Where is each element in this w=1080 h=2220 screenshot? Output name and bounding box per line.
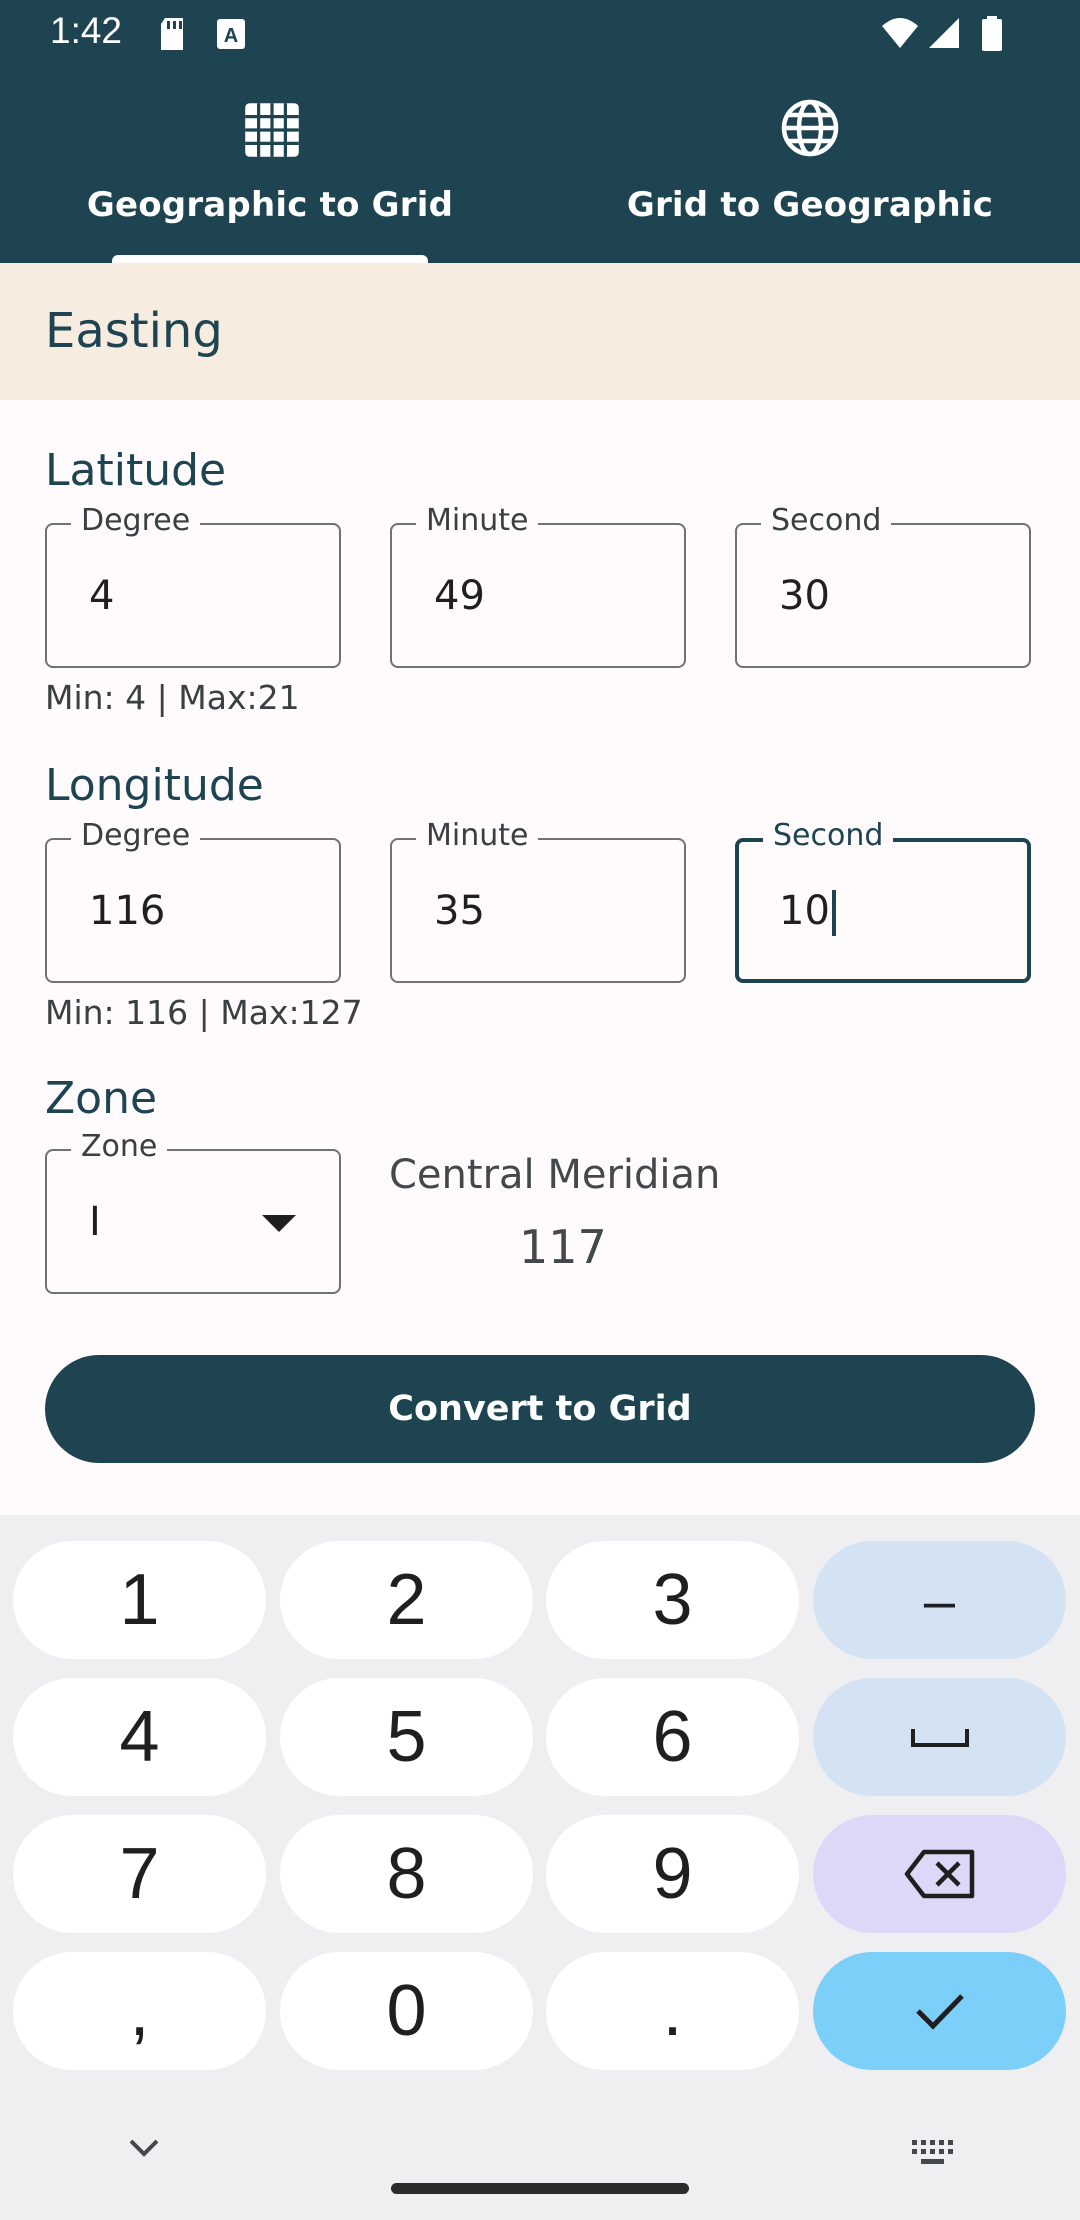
mode-banner: Easting [0,263,1080,400]
text-cursor [831,890,836,936]
longitude-minute-field[interactable]: Minute 35 [390,818,686,983]
field-value-wrapper: 10 [779,888,836,936]
field-label: Degree [71,503,201,539]
field-label: Minute [416,503,539,539]
key-5[interactable]: 5 [280,1678,533,1796]
tab-label: Grid to Geographic [626,185,994,225]
key-3[interactable]: 3 [546,1541,799,1659]
banner-title: Easting [45,303,223,359]
latitude-minute-field[interactable]: Minute 49 [390,503,686,668]
key-backspace[interactable] [813,1815,1066,1933]
key-1[interactable]: 1 [13,1541,266,1659]
longitude-title: Longitude [45,760,264,811]
home-indicator[interactable] [391,2183,689,2194]
key-4[interactable]: 4 [13,1678,266,1796]
field-label: Degree [71,818,201,854]
field-value: 30 [779,573,830,619]
key-8[interactable]: 8 [280,1815,533,1933]
checkmark-icon [915,1994,964,2030]
latitude-degree-field[interactable]: Degree 4 [45,503,341,668]
keyboard-switch-icon[interactable] [912,2140,956,2168]
key-period[interactable]: . [546,1952,799,2070]
field-value: 4 [89,573,115,619]
field-value: I [89,1199,101,1245]
zone-title: Zone [45,1073,158,1124]
tab-selected-indicator [112,255,428,263]
key-9[interactable]: 9 [546,1815,799,1933]
globe-icon [781,99,839,157]
key-0[interactable]: 0 [280,1952,533,2070]
central-meridian-label: Central Meridian [389,1152,721,1198]
field-value: 10 [779,888,830,934]
app-header: 1:42 A Geographic to Grid Grid to Geogra… [0,0,1080,263]
dropdown-arrow-icon [262,1215,296,1232]
key-7[interactable]: 7 [13,1815,266,1933]
grid-icon [245,103,299,157]
zone-select[interactable]: Zone I [45,1129,341,1294]
key-done[interactable] [813,1952,1066,2070]
latitude-title: Latitude [45,445,227,496]
field-value: 116 [89,888,166,934]
longitude-hint: Min: 116 | Max:127 [45,993,363,1032]
longitude-degree-field[interactable]: Degree 116 [45,818,341,983]
latitude-hint: Min: 4 | Max:21 [45,678,300,717]
longitude-second-field[interactable]: Second 10 [735,818,1031,983]
field-label: Second [763,818,894,854]
key-2[interactable]: 2 [280,1541,533,1659]
tab-grid-to-geographic[interactable]: Grid to Geographic [540,0,1080,263]
backspace-icon [904,1849,974,1899]
tab-geographic-to-grid[interactable]: Geographic to Grid [0,0,540,263]
key-comma[interactable]: , [13,1952,266,2070]
key-minus[interactable]: – [813,1541,1066,1659]
field-label: Second [761,503,892,539]
field-value: 35 [434,888,485,934]
key-space[interactable] [813,1678,1066,1796]
space-icon [910,1729,969,1747]
latitude-second-field[interactable]: Second 30 [735,503,1031,668]
field-label: Zone [71,1129,168,1165]
central-meridian-value: 117 [519,1220,607,1274]
field-label: Minute [416,818,539,854]
key-6[interactable]: 6 [546,1678,799,1796]
field-value: 49 [434,573,485,619]
hide-keyboard-chevron-icon[interactable] [128,2138,160,2158]
tab-label: Geographic to Grid [86,185,454,225]
convert-to-grid-button[interactable]: Convert to Grid [45,1355,1035,1463]
